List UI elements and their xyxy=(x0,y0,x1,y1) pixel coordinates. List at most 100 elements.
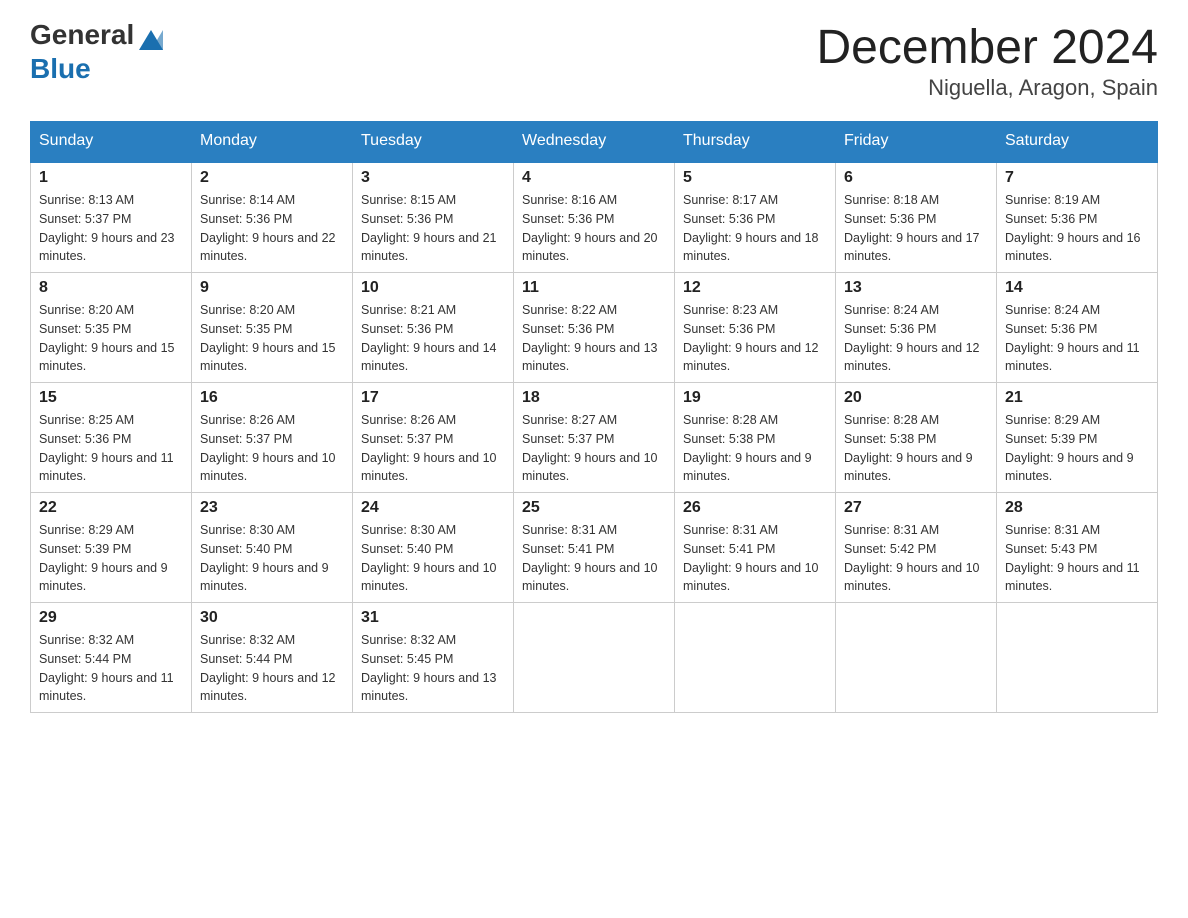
day-info: Sunrise: 8:20 AMSunset: 5:35 PMDaylight:… xyxy=(200,301,344,376)
calendar-day-cell: 11 Sunrise: 8:22 AMSunset: 5:36 PMDayligh… xyxy=(514,273,675,383)
calendar-day-cell: 12Sunrise: 8:23 AMSunset: 5:36 PMDayligh… xyxy=(675,273,836,383)
weekday-header-sunday: Sunday xyxy=(31,122,192,162)
calendar-day-cell: 27Sunrise: 8:31 AMSunset: 5:42 PMDayligh… xyxy=(836,493,997,603)
page-title: December 2024 xyxy=(816,20,1158,75)
logo-general-text: General xyxy=(30,19,134,50)
calendar-day-cell: 1 Sunrise: 8:13 AMSunset: 5:37 PMDaylight… xyxy=(31,162,192,273)
calendar-day-cell: 14 Sunrise: 8:24 AMSunset: 5:36 PMDayligh… xyxy=(997,273,1158,383)
day-number: 30 xyxy=(200,609,344,627)
day-info: Sunrise: 8:23 AMSunset: 5:36 PMDaylight:… xyxy=(683,301,827,376)
calendar-table: SundayMondayTuesdayWednesdayThursdayFrid… xyxy=(30,121,1158,713)
calendar-day-cell xyxy=(997,603,1158,713)
day-info: Sunrise: 8:22 AMSunset: 5:36 PMDaylight:… xyxy=(522,301,666,376)
day-info: Sunrise: 8:13 AMSunset: 5:37 PMDaylight:… xyxy=(39,191,183,266)
day-info: Sunrise: 8:18 AMSunset: 5:36 PMDaylight:… xyxy=(844,191,988,266)
calendar-day-cell: 2Sunrise: 8:14 AMSunset: 5:36 PMDaylight… xyxy=(192,162,353,273)
calendar-day-cell xyxy=(675,603,836,713)
calendar-day-cell: 5 Sunrise: 8:17 AMSunset: 5:36 PMDaylight… xyxy=(675,162,836,273)
calendar-week-row: 15 Sunrise: 8:25 AMSunset: 5:36 PMDayligh… xyxy=(31,383,1158,493)
day-info: Sunrise: 8:19 AMSunset: 5:36 PMDaylight:… xyxy=(1005,191,1149,266)
calendar-day-cell: 20 Sunrise: 8:28 AMSunset: 5:38 PMDayligh… xyxy=(836,383,997,493)
calendar-day-cell: 31Sunrise: 8:32 AMSunset: 5:45 PMDayligh… xyxy=(353,603,514,713)
day-info: Sunrise: 8:15 AMSunset: 5:36 PMDaylight:… xyxy=(361,191,505,266)
day-number: 25 xyxy=(522,499,666,517)
day-info: Sunrise: 8:21 AMSunset: 5:36 PMDaylight:… xyxy=(361,301,505,376)
day-number: 22 xyxy=(39,499,183,517)
day-info: Sunrise: 8:31 AMSunset: 5:42 PMDaylight:… xyxy=(844,521,988,596)
day-info: Sunrise: 8:26 AMSunset: 5:37 PMDaylight:… xyxy=(361,411,505,486)
weekday-header-thursday: Thursday xyxy=(675,122,836,162)
day-info: Sunrise: 8:17 AMSunset: 5:36 PMDaylight:… xyxy=(683,191,827,266)
day-number: 8 xyxy=(39,279,183,297)
day-number: 1 xyxy=(39,169,183,187)
day-number: 4 xyxy=(522,169,666,187)
page-header: General Blue December 2024 Niguella, Ara… xyxy=(30,20,1158,101)
day-info: Sunrise: 8:24 AMSunset: 5:36 PMDaylight:… xyxy=(1005,301,1149,376)
weekday-header-saturday: Saturday xyxy=(997,122,1158,162)
day-info: Sunrise: 8:30 AMSunset: 5:40 PMDaylight:… xyxy=(361,521,505,596)
calendar-day-cell: 3Sunrise: 8:15 AMSunset: 5:36 PMDaylight… xyxy=(353,162,514,273)
day-number: 10 xyxy=(361,279,505,297)
day-number: 5 xyxy=(683,169,827,187)
day-number: 14 xyxy=(1005,279,1149,297)
day-number: 16 xyxy=(200,389,344,407)
calendar-day-cell: 19 Sunrise: 8:28 AMSunset: 5:38 PMDayligh… xyxy=(675,383,836,493)
calendar-week-row: 22 Sunrise: 8:29 AMSunset: 5:39 PMDayligh… xyxy=(31,493,1158,603)
day-number: 13 xyxy=(844,279,988,297)
logo-blue-text: Blue xyxy=(30,53,91,84)
day-number: 15 xyxy=(39,389,183,407)
weekday-header-monday: Monday xyxy=(192,122,353,162)
day-number: 6 xyxy=(844,169,988,187)
calendar-day-cell: 22 Sunrise: 8:29 AMSunset: 5:39 PMDayligh… xyxy=(31,493,192,603)
calendar-day-cell: 24Sunrise: 8:30 AMSunset: 5:40 PMDayligh… xyxy=(353,493,514,603)
day-number: 19 xyxy=(683,389,827,407)
calendar-day-cell: 25 Sunrise: 8:31 AMSunset: 5:41 PMDayligh… xyxy=(514,493,675,603)
day-info: Sunrise: 8:24 AMSunset: 5:36 PMDaylight:… xyxy=(844,301,988,376)
day-number: 29 xyxy=(39,609,183,627)
calendar-day-cell: 13 Sunrise: 8:24 AMSunset: 5:36 PMDayligh… xyxy=(836,273,997,383)
calendar-day-cell: 28 Sunrise: 8:31 AMSunset: 5:43 PMDayligh… xyxy=(997,493,1158,603)
calendar-header-row: SundayMondayTuesdayWednesdayThursdayFrid… xyxy=(31,122,1158,162)
calendar-week-row: 1 Sunrise: 8:13 AMSunset: 5:37 PMDaylight… xyxy=(31,162,1158,273)
day-number: 9 xyxy=(200,279,344,297)
day-info: Sunrise: 8:26 AMSunset: 5:37 PMDaylight:… xyxy=(200,411,344,486)
day-number: 31 xyxy=(361,609,505,627)
calendar-day-cell: 18Sunrise: 8:27 AMSunset: 5:37 PMDayligh… xyxy=(514,383,675,493)
day-number: 20 xyxy=(844,389,988,407)
calendar-day-cell xyxy=(836,603,997,713)
day-info: Sunrise: 8:14 AMSunset: 5:36 PMDaylight:… xyxy=(200,191,344,266)
day-info: Sunrise: 8:27 AMSunset: 5:37 PMDaylight:… xyxy=(522,411,666,486)
day-info: Sunrise: 8:28 AMSunset: 5:38 PMDaylight:… xyxy=(683,411,827,486)
calendar-day-cell: 6 Sunrise: 8:18 AMSunset: 5:36 PMDaylight… xyxy=(836,162,997,273)
calendar-day-cell: 10 Sunrise: 8:21 AMSunset: 5:36 PMDayligh… xyxy=(353,273,514,383)
calendar-week-row: 29 Sunrise: 8:32 AMSunset: 5:44 PMDayligh… xyxy=(31,603,1158,713)
logo: General Blue xyxy=(30,20,165,85)
calendar-day-cell: 9 Sunrise: 8:20 AMSunset: 5:35 PMDaylight… xyxy=(192,273,353,383)
day-number: 21 xyxy=(1005,389,1149,407)
day-info: Sunrise: 8:30 AMSunset: 5:40 PMDaylight:… xyxy=(200,521,344,596)
logo-triangle-icon xyxy=(137,26,165,54)
calendar-day-cell: 17 Sunrise: 8:26 AMSunset: 5:37 PMDayligh… xyxy=(353,383,514,493)
day-number: 7 xyxy=(1005,169,1149,187)
day-number: 28 xyxy=(1005,499,1149,517)
page-subtitle: Niguella, Aragon, Spain xyxy=(816,75,1158,101)
day-number: 26 xyxy=(683,499,827,517)
calendar-week-row: 8 Sunrise: 8:20 AMSunset: 5:35 PMDaylight… xyxy=(31,273,1158,383)
calendar-day-cell: 29 Sunrise: 8:32 AMSunset: 5:44 PMDayligh… xyxy=(31,603,192,713)
day-info: Sunrise: 8:29 AMSunset: 5:39 PMDaylight:… xyxy=(39,521,183,596)
day-number: 11 xyxy=(522,279,666,297)
day-info: Sunrise: 8:31 AMSunset: 5:41 PMDaylight:… xyxy=(522,521,666,596)
day-number: 23 xyxy=(200,499,344,517)
weekday-header-tuesday: Tuesday xyxy=(353,122,514,162)
day-number: 17 xyxy=(361,389,505,407)
calendar-day-cell: 26Sunrise: 8:31 AMSunset: 5:41 PMDayligh… xyxy=(675,493,836,603)
day-info: Sunrise: 8:25 AMSunset: 5:36 PMDaylight:… xyxy=(39,411,183,486)
day-info: Sunrise: 8:29 AMSunset: 5:39 PMDaylight:… xyxy=(1005,411,1149,486)
day-info: Sunrise: 8:32 AMSunset: 5:44 PMDaylight:… xyxy=(39,631,183,706)
calendar-day-cell: 16 Sunrise: 8:26 AMSunset: 5:37 PMDayligh… xyxy=(192,383,353,493)
calendar-day-cell: 30Sunrise: 8:32 AMSunset: 5:44 PMDayligh… xyxy=(192,603,353,713)
day-info: Sunrise: 8:28 AMSunset: 5:38 PMDaylight:… xyxy=(844,411,988,486)
day-info: Sunrise: 8:31 AMSunset: 5:43 PMDaylight:… xyxy=(1005,521,1149,596)
weekday-header-wednesday: Wednesday xyxy=(514,122,675,162)
calendar-day-cell: 23 Sunrise: 8:30 AMSunset: 5:40 PMDayligh… xyxy=(192,493,353,603)
